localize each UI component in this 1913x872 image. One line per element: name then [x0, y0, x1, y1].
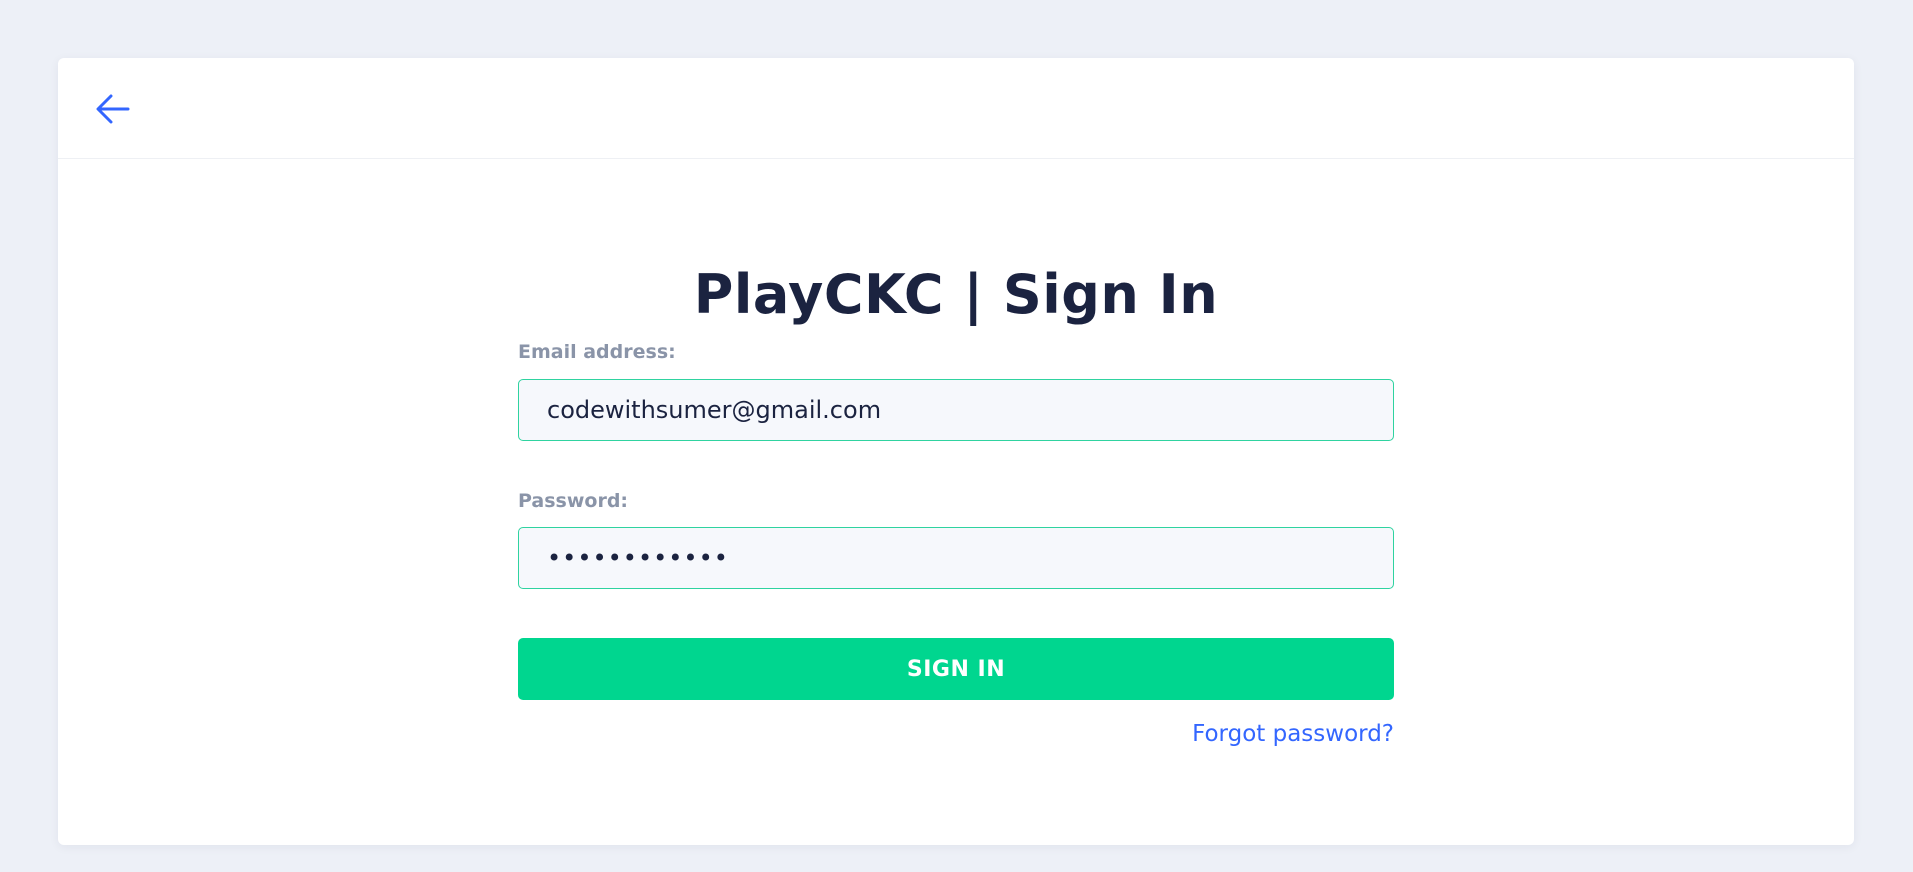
page-title: PlayCKC | Sign In — [693, 263, 1219, 326]
email-label: Email address: — [518, 341, 676, 363]
password-label: Password: — [518, 490, 629, 512]
sign-in-button[interactable]: SIGN IN — [518, 638, 1394, 700]
email-field[interactable] — [518, 379, 1394, 441]
card-header — [58, 58, 1854, 159]
back-button[interactable] — [92, 88, 134, 130]
arrow-left-icon — [96, 94, 130, 124]
sign-in-card: PlayCKC | Sign In Email address: Passwor… — [58, 58, 1854, 845]
forgot-password-link[interactable]: Forgot password? — [1192, 721, 1394, 747]
password-field[interactable] — [518, 527, 1394, 589]
